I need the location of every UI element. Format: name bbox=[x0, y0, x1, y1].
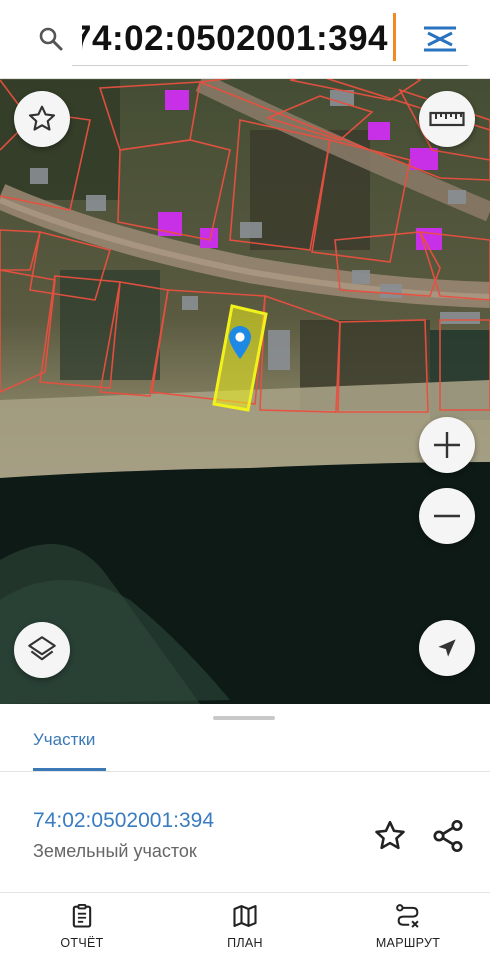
ruler-icon bbox=[429, 111, 465, 127]
search-icon[interactable] bbox=[36, 24, 66, 54]
nav-route-button[interactable]: МАРШРУТ bbox=[348, 896, 468, 958]
navigation-arrow-icon bbox=[438, 639, 456, 657]
locate-button[interactable] bbox=[419, 620, 475, 676]
map-pin-icon[interactable] bbox=[229, 326, 251, 360]
favorite-map-button[interactable] bbox=[14, 91, 70, 147]
ruler-button[interactable] bbox=[419, 91, 475, 147]
nav-report-button[interactable]: ОТЧЁТ bbox=[22, 896, 142, 958]
zoom-in-button[interactable] bbox=[419, 417, 475, 473]
search-bar: 74:02:0502001:394 bbox=[0, 0, 490, 79]
search-underline bbox=[72, 65, 468, 66]
minus-icon bbox=[434, 514, 460, 518]
divider bbox=[0, 892, 490, 893]
nav-report-label: ОТЧЁТ bbox=[60, 936, 104, 950]
divider bbox=[0, 771, 490, 772]
nav-plan-label: ПЛАН bbox=[227, 936, 263, 950]
share-icon[interactable] bbox=[430, 818, 466, 854]
map-view[interactable]: 74:02:0502001:394 bbox=[0, 0, 490, 704]
report-clipboard-icon bbox=[72, 903, 92, 928]
route-icon bbox=[396, 904, 419, 928]
parcel-type-label: Земельный участок bbox=[33, 841, 197, 861]
star-outline-icon[interactable] bbox=[372, 818, 408, 854]
nav-plan-button[interactable]: ПЛАН bbox=[185, 896, 305, 958]
text-cursor bbox=[393, 13, 396, 61]
cadastral-number-link[interactable]: 74:02:0502001:394 bbox=[33, 809, 214, 833]
layers-icon bbox=[28, 636, 56, 661]
search-input[interactable]: 74:02:0502001:394 bbox=[82, 14, 388, 64]
map-plan-icon bbox=[233, 905, 257, 927]
tab-parcels[interactable]: Участки bbox=[33, 730, 95, 750]
sheet-drag-handle[interactable] bbox=[213, 716, 275, 720]
zoom-out-button[interactable] bbox=[419, 488, 475, 544]
nav-route-label: МАРШРУТ bbox=[375, 936, 441, 950]
star-outline-icon bbox=[28, 105, 56, 131]
clear-search-icon[interactable] bbox=[418, 20, 462, 58]
layers-button[interactable] bbox=[14, 622, 70, 678]
plus-icon bbox=[434, 432, 460, 458]
